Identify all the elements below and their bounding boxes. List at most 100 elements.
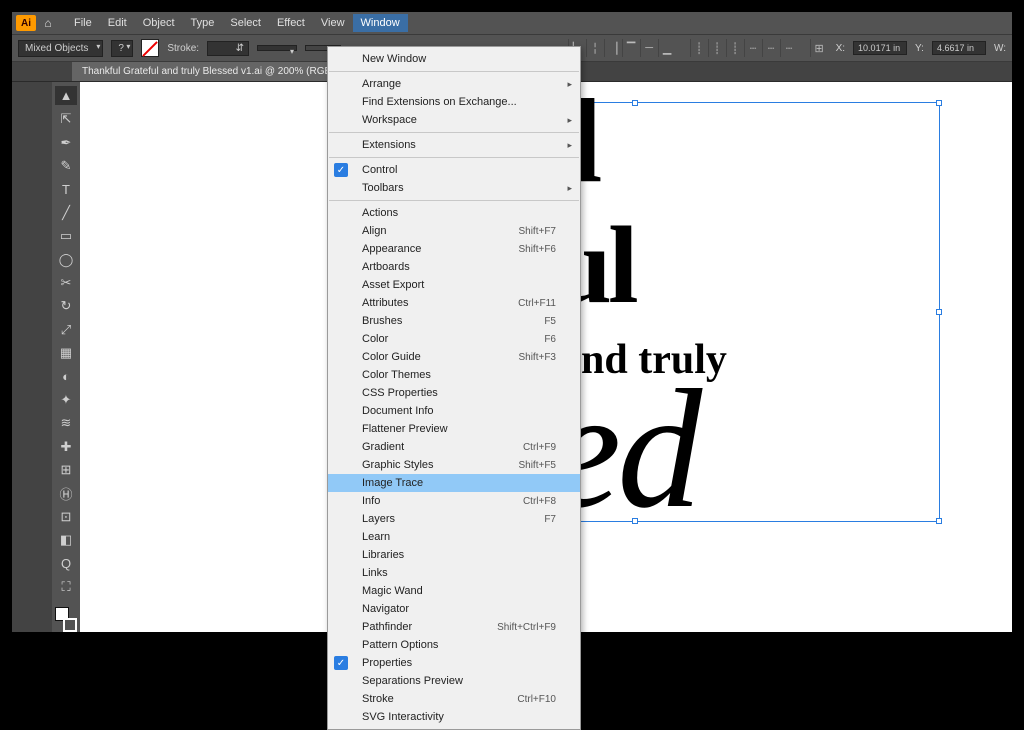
menu-type[interactable]: Type	[183, 14, 223, 32]
menu-edit[interactable]: Edit	[100, 14, 135, 32]
menu-item-workspace[interactable]: Workspace	[328, 111, 580, 129]
menu-item-properties[interactable]: Properties	[328, 654, 580, 672]
menu-item-graphic-styles[interactable]: Graphic StylesShift+F5	[328, 456, 580, 474]
x-field[interactable]: 10.0171 in	[853, 41, 907, 55]
menu-item-find-extensions-on-exchange-[interactable]: Find Extensions on Exchange...	[328, 93, 580, 111]
menu-item-color-guide[interactable]: Color GuideShift+F3	[328, 348, 580, 366]
tool-21[interactable]: ⛶	[55, 578, 77, 597]
selection-type-dropdown[interactable]: Mixed Objects	[18, 40, 103, 57]
align-top-icon[interactable]: ▔	[622, 39, 640, 57]
menu-item-asset-export[interactable]: Asset Export	[328, 276, 580, 294]
tool-9[interactable]: ↻	[55, 297, 77, 316]
left-gutter	[12, 82, 52, 632]
y-field[interactable]: 4.6617 in	[932, 41, 986, 55]
fill-swatch[interactable]	[141, 39, 159, 57]
menu-item-info[interactable]: InfoCtrl+F8	[328, 492, 580, 510]
menu-item-libraries[interactable]: Libraries	[328, 546, 580, 564]
dist-3-icon[interactable]: ┊	[726, 39, 744, 57]
menu-item-extensions[interactable]: Extensions	[328, 136, 580, 154]
home-icon[interactable]: ⌂	[38, 15, 58, 31]
menu-item-flattener-preview[interactable]: Flattener Preview	[328, 420, 580, 438]
dist-4-icon[interactable]: ┄	[744, 39, 762, 57]
menu-item-layers[interactable]: LayersF7	[328, 510, 580, 528]
menu-select[interactable]: Select	[222, 14, 269, 32]
tool-6[interactable]: ▭	[55, 226, 77, 245]
align-bottom-icon[interactable]: ▁	[658, 39, 676, 57]
tool-16[interactable]: ⊞	[55, 461, 77, 480]
menu-item-new-window[interactable]: New Window	[328, 50, 580, 68]
menu-item-learn[interactable]: Learn	[328, 528, 580, 546]
menu-item-document-info[interactable]: Document Info	[328, 402, 580, 420]
menu-item-pattern-options[interactable]: Pattern Options	[328, 636, 580, 654]
stroke-label: Stroke:	[167, 43, 199, 54]
menu-item-color[interactable]: ColorF6	[328, 330, 580, 348]
y-label: Y:	[915, 43, 924, 54]
menu-item-artboards[interactable]: Artboards	[328, 258, 580, 276]
menu-window[interactable]: Window	[353, 14, 408, 32]
dist-2-icon[interactable]: ┊	[708, 39, 726, 57]
menu-item-pathfinder[interactable]: PathfinderShift+Ctrl+F9	[328, 618, 580, 636]
tool-7[interactable]: ◯	[55, 250, 77, 269]
menu-item-actions[interactable]: Actions	[328, 204, 580, 222]
menu-item-links[interactable]: Links	[328, 564, 580, 582]
menubar: Ai ⌂ FileEditObjectTypeSelectEffectViewW…	[12, 12, 1012, 34]
illustrator-window: Ai ⌂ FileEditObjectTypeSelectEffectViewW…	[12, 12, 1012, 632]
menu-item-arrange[interactable]: Arrange	[328, 75, 580, 93]
dist-6-icon[interactable]: ┄	[780, 39, 798, 57]
menu-view[interactable]: View	[313, 14, 353, 32]
menu-item-gradient[interactable]: GradientCtrl+F9	[328, 438, 580, 456]
tool-17[interactable]: Ⓗ	[55, 484, 77, 503]
toolbox: ▲ ⇱ ✒ ✎ T ╱ ▭ ◯ ✂ ↻ ⤢ ▦ ◐ ✦ ≋ ✚ ⊞ Ⓗ ⊡ ◧ Q ⛶	[52, 82, 80, 632]
fill-stroke-icon[interactable]	[55, 607, 77, 632]
align-right-icon[interactable]: ▕	[604, 39, 622, 57]
menu-separator	[329, 200, 579, 201]
tool-3[interactable]: ✎	[55, 156, 77, 175]
tool-12[interactable]: ◐	[55, 367, 77, 386]
menu-separator	[329, 71, 579, 72]
menu-item-separations-preview[interactable]: Separations Preview	[328, 672, 580, 690]
menu-item-control[interactable]: Control	[328, 161, 580, 179]
menu-object[interactable]: Object	[135, 14, 183, 32]
x-label: X:	[836, 43, 845, 54]
menu-item-svg-interactivity[interactable]: SVG Interactivity	[328, 708, 580, 726]
menu-item-navigator[interactable]: Navigator	[328, 600, 580, 618]
tool-18[interactable]: ⊡	[55, 507, 77, 526]
menu-item-css-properties[interactable]: CSS Properties	[328, 384, 580, 402]
menu-item-magic-wand[interactable]: Magic Wand	[328, 582, 580, 600]
tool-10[interactable]: ⤢	[55, 320, 77, 339]
dist-5-icon[interactable]: ┄	[762, 39, 780, 57]
tool-2[interactable]: ✒	[55, 133, 77, 152]
align-vcenter-icon[interactable]: ─	[640, 39, 658, 57]
transform-icon[interactable]: ⊞	[810, 39, 828, 57]
tool-15[interactable]: ✚	[55, 437, 77, 456]
menu-separator	[329, 132, 579, 133]
distribute-buttons: ┊ ┊ ┊ ┄ ┄ ┄	[690, 39, 798, 57]
tool-11[interactable]: ▦	[55, 343, 77, 362]
tool-8[interactable]: ✂	[55, 273, 77, 292]
fill-dropdown[interactable]: ?	[111, 40, 133, 57]
tool-4[interactable]: T	[55, 180, 77, 199]
menu-item-image-trace[interactable]: Image Trace	[328, 474, 580, 492]
tool-20[interactable]: Q	[55, 554, 77, 573]
menu-effect[interactable]: Effect	[269, 14, 313, 32]
menu-item-brushes[interactable]: BrushesF5	[328, 312, 580, 330]
stroke-profile-dropdown[interactable]	[257, 45, 297, 51]
dist-1-icon[interactable]: ┊	[690, 39, 708, 57]
tool-13[interactable]: ✦	[55, 390, 77, 409]
menu-item-color-themes[interactable]: Color Themes	[328, 366, 580, 384]
stroke-weight-field[interactable]: ⇵	[207, 41, 249, 56]
tool-19[interactable]: ◧	[55, 531, 77, 550]
menu-separator	[329, 157, 579, 158]
menu-file[interactable]: File	[66, 14, 100, 32]
menu-item-toolbars[interactable]: Toolbars	[328, 179, 580, 197]
menu-item-stroke[interactable]: StrokeCtrl+F10	[328, 690, 580, 708]
tool-0[interactable]: ▲	[55, 86, 77, 105]
align-buttons: ▏ ╎ ▕ ▔ ─ ▁	[568, 39, 676, 57]
menu-item-align[interactable]: AlignShift+F7	[328, 222, 580, 240]
menu-item-attributes[interactable]: AttributesCtrl+F11	[328, 294, 580, 312]
tool-14[interactable]: ≋	[55, 414, 77, 433]
tool-1[interactable]: ⇱	[55, 109, 77, 128]
menu-item-appearance[interactable]: AppearanceShift+F6	[328, 240, 580, 258]
tool-5[interactable]: ╱	[55, 203, 77, 222]
align-hcenter-icon[interactable]: ╎	[586, 39, 604, 57]
